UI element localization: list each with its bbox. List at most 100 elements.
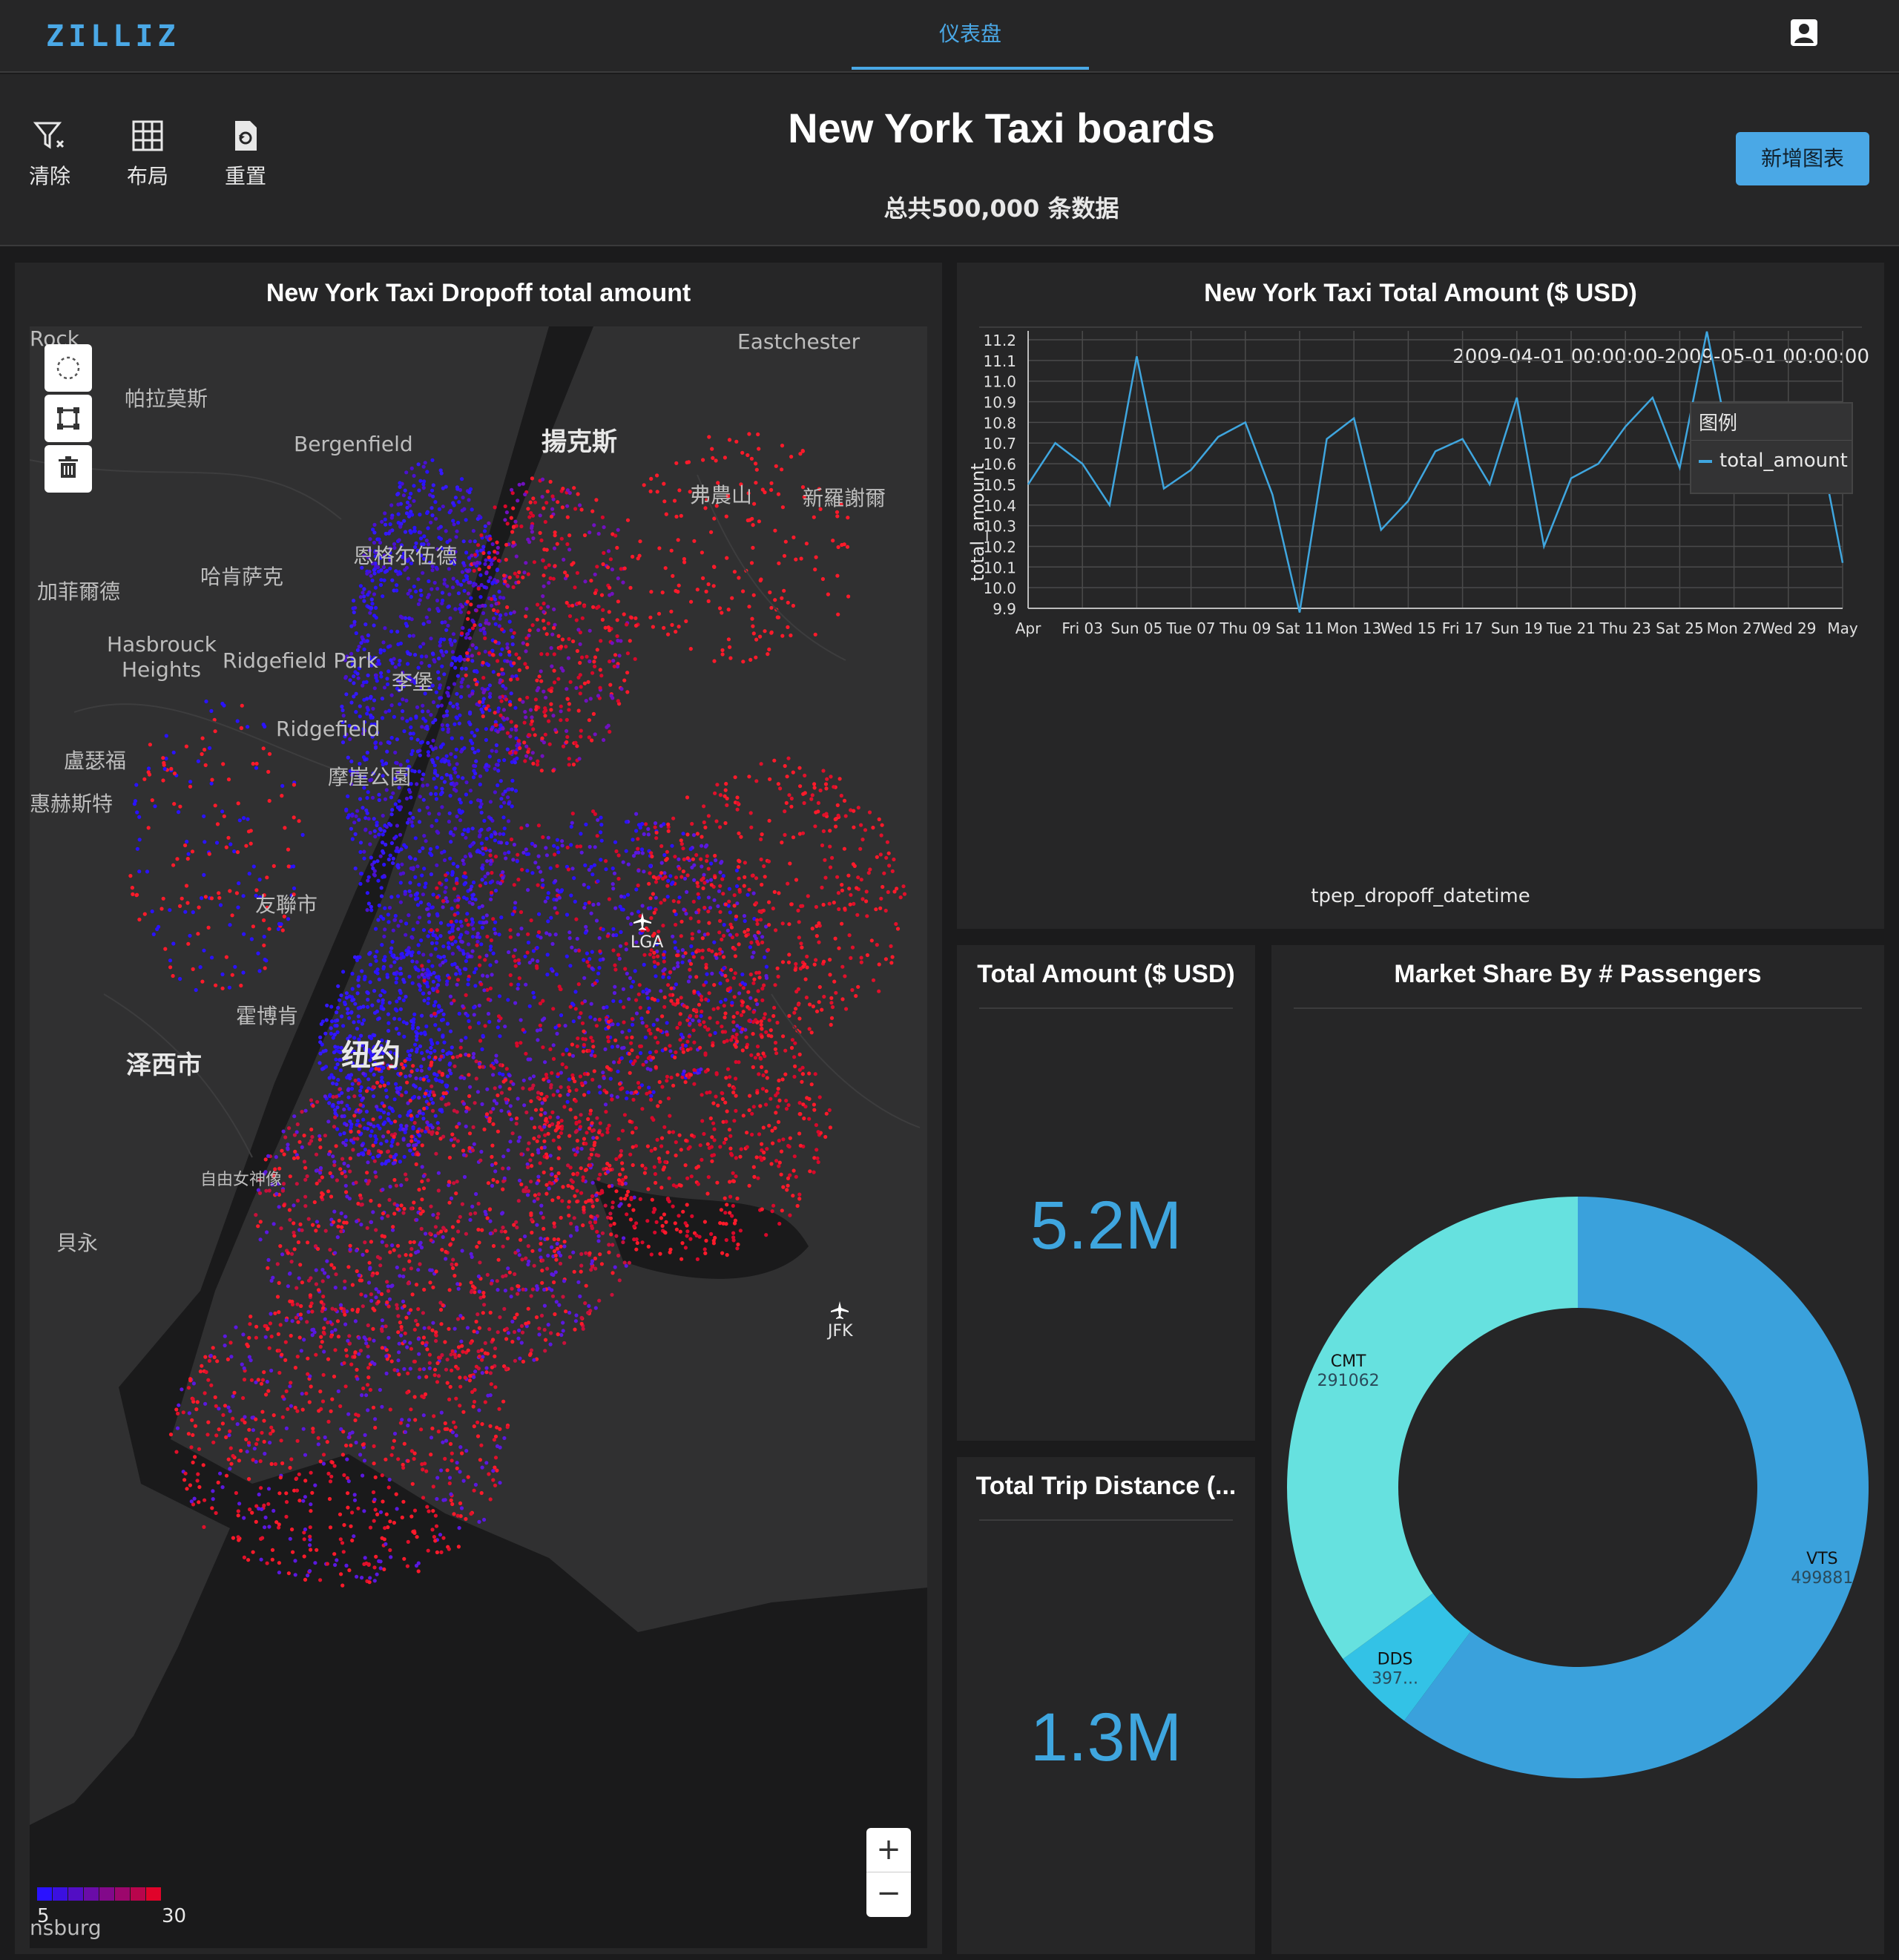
dropoff-point bbox=[700, 1009, 704, 1014]
dropoff-point bbox=[515, 1116, 519, 1121]
dropoff-point bbox=[512, 842, 517, 847]
dropoff-point bbox=[430, 1084, 434, 1088]
dropoff-point bbox=[495, 1279, 499, 1283]
dropoff-point bbox=[633, 616, 638, 620]
dropoff-point bbox=[415, 960, 419, 964]
dropoff-point bbox=[462, 657, 467, 662]
dropoff-point bbox=[662, 995, 667, 999]
dropoff-point bbox=[518, 697, 522, 702]
dropoff-point bbox=[410, 823, 415, 828]
dropoff-point bbox=[386, 1289, 391, 1293]
dropoff-point bbox=[435, 1131, 439, 1135]
add-chart-button[interactable]: 新增图表 bbox=[1736, 132, 1869, 185]
dropoff-point bbox=[614, 849, 619, 854]
dropoff-point bbox=[444, 873, 448, 878]
map-canvas[interactable] bbox=[30, 326, 927, 1948]
dropoff-point bbox=[462, 828, 467, 832]
dropoff-point bbox=[269, 1278, 274, 1283]
dropoff-point bbox=[471, 892, 475, 897]
dropoff-point bbox=[576, 492, 580, 496]
dropoff-point bbox=[560, 839, 565, 843]
dropoff-point bbox=[521, 1078, 526, 1082]
dropoff-point bbox=[588, 1163, 593, 1168]
dropoff-point bbox=[442, 858, 447, 863]
dropoff-point bbox=[807, 1117, 812, 1121]
dropoff-point bbox=[683, 1163, 688, 1168]
dropoff-point bbox=[468, 1211, 473, 1216]
dropoff-point bbox=[336, 984, 340, 988]
dropoff-point bbox=[452, 1064, 457, 1068]
dropoff-point bbox=[631, 1022, 635, 1027]
zilliz-logo[interactable]: ZILLIZ bbox=[46, 19, 180, 53]
dropoff-point bbox=[430, 905, 434, 910]
dropoff-point bbox=[755, 1045, 760, 1049]
dropoff-point bbox=[526, 852, 531, 856]
dropoff-point bbox=[743, 918, 747, 924]
dropoff-point bbox=[548, 866, 553, 870]
dropoff-point bbox=[392, 714, 396, 719]
dropoff-point bbox=[642, 1171, 648, 1175]
dropoff-point bbox=[450, 1262, 454, 1266]
dropoff-point bbox=[346, 1088, 350, 1092]
dropoff-point bbox=[295, 1198, 300, 1203]
dropoff-point bbox=[660, 1223, 665, 1229]
dropoff-point bbox=[451, 1055, 455, 1059]
dropoff-point bbox=[517, 668, 521, 672]
dropoff-point bbox=[715, 1020, 720, 1025]
dropoff-point bbox=[467, 1094, 472, 1099]
dropoff-point bbox=[681, 954, 685, 958]
user-account-icon[interactable] bbox=[1789, 18, 1819, 47]
dropoff-point bbox=[356, 1014, 361, 1019]
dropoff-point bbox=[458, 818, 463, 823]
dropoff-point bbox=[445, 1052, 450, 1056]
dropoff-point bbox=[447, 930, 452, 935]
dropoff-point bbox=[415, 1037, 419, 1042]
dropoff-point bbox=[635, 1055, 640, 1059]
dropoff-point bbox=[675, 1025, 679, 1030]
dropoff-point bbox=[631, 1208, 636, 1212]
dropoff-point bbox=[358, 595, 363, 599]
dropoff-point bbox=[542, 1303, 547, 1308]
dropoff-point bbox=[760, 1087, 765, 1091]
dropoff-point bbox=[481, 603, 485, 608]
dropoff-point bbox=[776, 1119, 781, 1124]
dropoff-point bbox=[559, 888, 565, 892]
dropoff-point bbox=[382, 685, 387, 690]
dropoff-point bbox=[433, 1234, 438, 1238]
dropoff-point bbox=[409, 1048, 414, 1053]
dropoff-point bbox=[562, 557, 566, 562]
dropoff-point bbox=[352, 1020, 356, 1025]
dropoff-point bbox=[345, 1103, 349, 1108]
dropoff-point bbox=[625, 671, 630, 675]
dropoff-point bbox=[492, 616, 496, 621]
dropoff-point bbox=[663, 1047, 668, 1051]
dropoff-point bbox=[387, 708, 392, 713]
dropoff-point bbox=[546, 605, 550, 609]
dropoff-point bbox=[741, 1114, 746, 1118]
dropoff-point bbox=[681, 832, 685, 836]
dropoff-point bbox=[710, 1154, 714, 1158]
dropoff-point bbox=[418, 479, 423, 483]
dropoff-point bbox=[404, 796, 409, 801]
dropoff-point bbox=[448, 637, 452, 642]
dropoff-point bbox=[572, 1269, 576, 1274]
dropoff-point bbox=[335, 1010, 339, 1015]
dropoff-point bbox=[536, 823, 542, 828]
tab-dashboard[interactable]: 仪表盘 bbox=[852, 0, 1089, 71]
dropoff-point bbox=[494, 602, 498, 606]
dropoff-point bbox=[416, 1268, 421, 1272]
dropoff-point bbox=[677, 857, 681, 861]
dropoff-point bbox=[539, 1203, 544, 1208]
dropoff-point bbox=[473, 539, 477, 544]
dropoff-point bbox=[563, 570, 567, 575]
dropoff-point bbox=[472, 1005, 476, 1010]
dropoff-map[interactable]: Rock Eastchester 帕拉莫斯 Bergenfield 揚克斯 弗農… bbox=[30, 326, 927, 1948]
dropoff-point bbox=[502, 573, 507, 578]
dropoff-point bbox=[498, 616, 502, 621]
dropoff-point bbox=[668, 1114, 672, 1118]
dropoff-point bbox=[375, 1105, 379, 1109]
dropoff-point bbox=[458, 657, 462, 662]
dropoff-point bbox=[645, 1144, 651, 1148]
dropoff-point bbox=[497, 589, 501, 594]
dropoff-point bbox=[427, 1102, 431, 1106]
